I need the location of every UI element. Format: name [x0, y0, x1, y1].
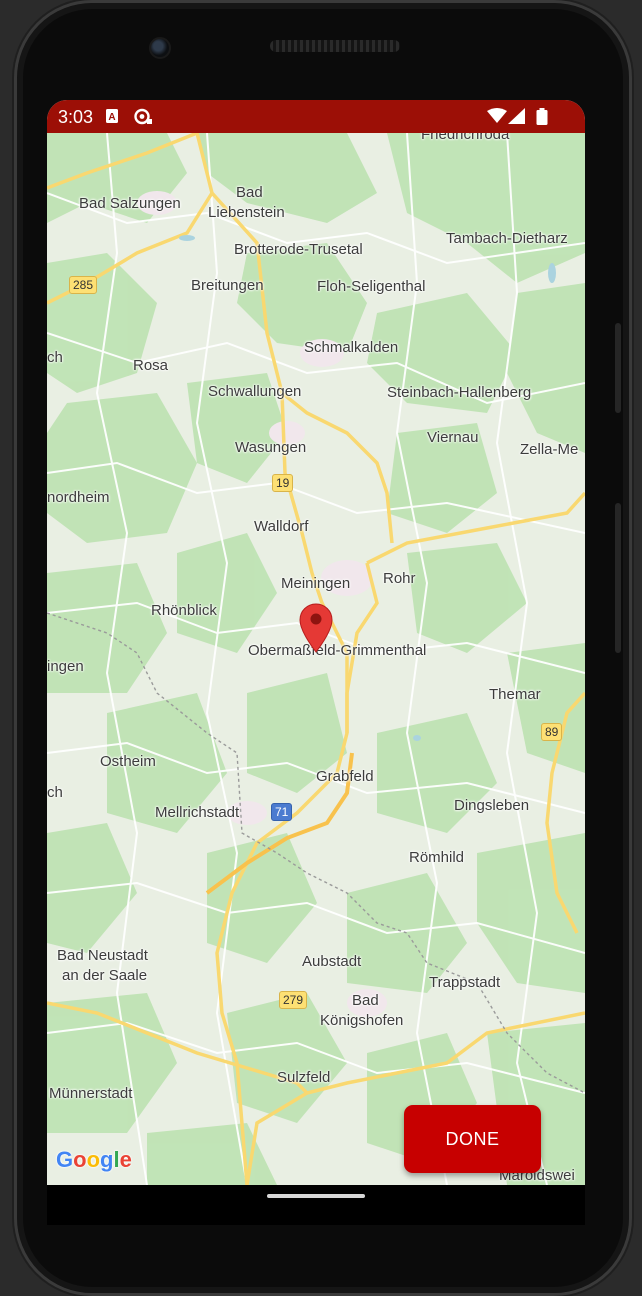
earpiece-speaker [270, 40, 400, 52]
place-meiningen: Meiningen [281, 575, 351, 592]
place-dingsleben: Dingsleben [454, 797, 530, 814]
place-floh-seligenthal: Floh-Seligenthal [317, 278, 426, 295]
place-roemhild: Römhild [409, 849, 465, 866]
place-friedrichroda: Friedrichroda [421, 133, 510, 143]
place-themar: Themar [489, 686, 541, 703]
power-button [615, 503, 621, 653]
status-time: 3:03 [58, 107, 94, 127]
place-breitungen: Breitungen [191, 277, 264, 294]
place-sulzfeld: Sulzfeld [277, 1069, 331, 1086]
place-grabfeld: Grabfeld [316, 768, 374, 785]
sync-notification-icon [133, 108, 153, 130]
google-logo: Google [56, 1147, 132, 1173]
place-bad-liebenstein-line2: Liebenstein [208, 204, 285, 221]
road-shield-285: 285 [69, 276, 98, 294]
road-shield-89: 89 [541, 723, 563, 741]
google-logo-letter-e: e [119, 1147, 132, 1172]
text-a-icon: A [105, 108, 119, 129]
place-bad-neustadt-line2: an der Saale [62, 967, 148, 984]
place-bad-liebenstein-line1: Bad [236, 184, 263, 201]
place-cut-label-nordheim: nordheim [47, 489, 110, 506]
place-bad-neustadt-line1: Bad Neustadt [57, 947, 148, 964]
app-screen: 3:03 A Friedrichroda Bad Salzungen Bad L… [47, 100, 585, 1185]
google-logo-letter-o1: o [73, 1147, 87, 1172]
wifi-icon [487, 108, 507, 129]
place-cut-label-ch: ch [47, 349, 63, 366]
place-viernau: Viernau [427, 429, 479, 446]
place-bad-koenigshofen-line2: Königshofen [320, 1012, 404, 1029]
place-zella-mehlis: Zella-Me [520, 441, 579, 458]
cell-signal-icon [508, 108, 525, 129]
road-shield-19: 19 [272, 474, 294, 492]
google-logo-letter-g: G [56, 1147, 74, 1172]
front-camera [149, 37, 171, 59]
place-schwallungen: Schwallungen [208, 383, 302, 400]
place-cut-label-ch-2: ch [47, 784, 63, 801]
location-pin-icon[interactable] [299, 603, 333, 653]
volume-button [615, 323, 621, 413]
place-tambach-dietharz: Tambach-Dietharz [446, 230, 568, 247]
svg-text:A: A [108, 112, 115, 123]
place-mellrichstadt: Mellrichstadt [155, 804, 240, 821]
google-logo-letter-o2: o [86, 1147, 101, 1172]
battery-icon [536, 108, 548, 130]
place-cut-label-ingen: ingen [47, 658, 84, 675]
place-steinbach-hallenberg: Steinbach-Hallenberg [387, 384, 532, 401]
done-button[interactable]: DONE [404, 1105, 541, 1173]
place-muennerstadt: Münnerstadt [49, 1085, 133, 1102]
road-shield-279: 279 [279, 991, 308, 1009]
map-view[interactable]: Friedrichroda Bad Salzungen Bad Liebenst… [47, 133, 585, 1185]
status-bar: 3:03 A [47, 100, 585, 133]
place-rohr: Rohr [383, 570, 416, 587]
place-schmalkalden: Schmalkalden [304, 339, 399, 356]
place-walldorf: Walldorf [254, 518, 309, 535]
navigation-bar [47, 1185, 585, 1225]
home-gesture-handle[interactable] [267, 1194, 365, 1198]
motorway-shield-a71: 71 [271, 803, 293, 821]
place-wasungen: Wasungen [235, 439, 307, 456]
place-obermassfeld-grimmenthal: Obermaßfeld-Grimmenthal [248, 642, 427, 659]
place-rhoenblick: Rhönblick [151, 602, 217, 619]
google-logo-letter-g2: g [100, 1147, 114, 1172]
place-brotterode-trusetal: Brotterode-Trusetal [234, 241, 363, 258]
place-trappstadt: Trappstadt [429, 974, 501, 991]
place-rosa: Rosa [133, 357, 169, 374]
place-bad-salzungen: Bad Salzungen [79, 195, 181, 212]
place-ostheim: Ostheim [100, 753, 156, 770]
place-bad-koenigshofen-line1: Bad [352, 992, 379, 1009]
place-aubstadt: Aubstadt [302, 953, 362, 970]
